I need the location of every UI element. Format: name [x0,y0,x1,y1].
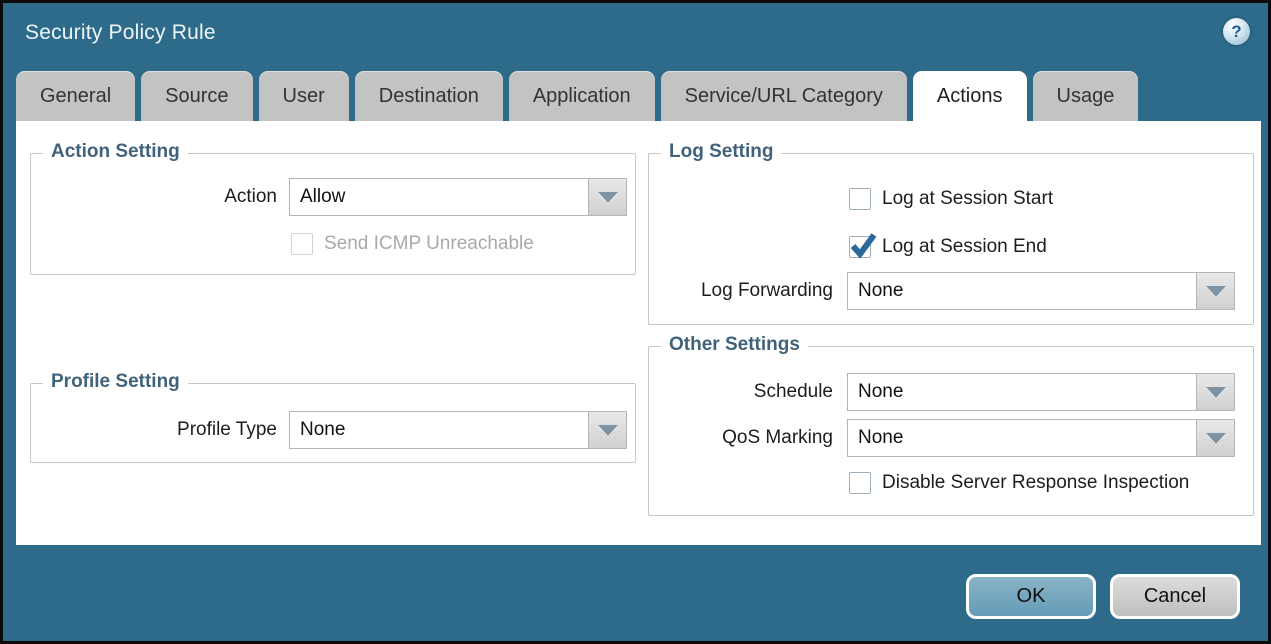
other-settings-legend: Other Settings [661,334,808,356]
schedule-dropdown[interactable]: None [847,373,1235,411]
checkbox-box [291,233,313,255]
qos-marking-dropdown-value: None [847,419,1197,457]
profile-type-dropdown[interactable]: None [289,411,627,449]
checkbox-box[interactable] [849,472,871,494]
chevron-down-icon[interactable] [1197,272,1235,310]
send-icmp-unreachable-label: Send ICMP Unreachable [324,233,534,255]
qos-marking-label: QoS Marking [722,419,833,457]
tab-service-url-category[interactable]: Service/URL Category [661,71,907,121]
log-at-session-start-label: Log at Session Start [882,188,1053,210]
log-forwarding-dropdown-value: None [847,272,1197,310]
log-at-session-start-checkbox[interactable]: Log at Session Start [849,188,1053,210]
tab-source[interactable]: Source [141,71,252,121]
content-panel: Action Setting Action Allow Send ICMP Un… [16,121,1261,545]
disable-server-response-inspection-label: Disable Server Response Inspection [882,472,1189,494]
schedule-dropdown-value: None [847,373,1197,411]
chevron-down-icon[interactable] [1197,419,1235,457]
action-dropdown[interactable]: Allow [289,178,627,216]
action-dropdown-value: Allow [289,178,589,216]
send-icmp-unreachable-checkbox: Send ICMP Unreachable [291,233,534,255]
check-icon [849,231,877,259]
action-label: Action [224,178,277,216]
log-setting-group: Log Setting Log at Session Start Log at … [648,153,1254,325]
other-settings-group: Other Settings Schedule None QoS Marking… [648,346,1254,516]
profile-setting-group: Profile Setting Profile Type None [30,383,636,463]
ok-button[interactable]: OK [966,574,1096,619]
log-forwarding-dropdown[interactable]: None [847,272,1235,310]
tab-destination[interactable]: Destination [355,71,503,121]
cancel-button[interactable]: Cancel [1110,574,1240,619]
profile-type-label: Profile Type [177,411,277,449]
profile-type-dropdown-value: None [289,411,589,449]
checkbox-box[interactable] [849,188,871,210]
log-setting-legend: Log Setting [661,141,781,163]
profile-setting-legend: Profile Setting [43,371,188,393]
tab-usage[interactable]: Usage [1033,71,1139,121]
log-forwarding-label: Log Forwarding [701,272,833,310]
chevron-down-icon[interactable] [589,178,627,216]
titlebar: Security Policy Rule ? [3,3,1268,67]
tab-bar: General Source User Destination Applicat… [16,71,1138,121]
dialog-title: Security Policy Rule [25,21,216,45]
tab-user[interactable]: User [259,71,349,121]
disable-server-response-inspection-checkbox[interactable]: Disable Server Response Inspection [849,472,1189,494]
qos-marking-dropdown[interactable]: None [847,419,1235,457]
action-setting-legend: Action Setting [43,141,188,163]
help-icon[interactable]: ? [1223,18,1250,45]
tab-actions[interactable]: Actions [913,71,1027,121]
tab-application[interactable]: Application [509,71,655,121]
log-at-session-end-checkbox[interactable]: Log at Session End [849,236,1047,258]
action-setting-group: Action Setting Action Allow Send ICMP Un… [30,153,636,275]
chevron-down-icon[interactable] [589,411,627,449]
log-at-session-end-label: Log at Session End [882,236,1047,258]
chevron-down-icon[interactable] [1197,373,1235,411]
schedule-label: Schedule [754,373,833,411]
checkbox-box[interactable] [849,236,871,258]
security-policy-rule-dialog: Security Policy Rule ? General Source Us… [0,0,1271,644]
tab-general[interactable]: General [16,71,135,121]
